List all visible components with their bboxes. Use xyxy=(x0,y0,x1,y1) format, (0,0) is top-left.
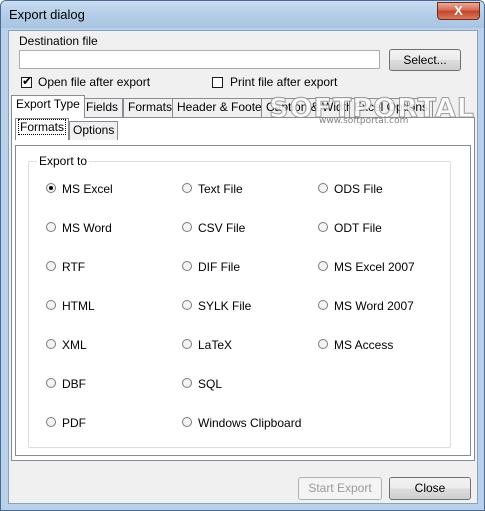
radio-icon xyxy=(182,183,192,193)
radio-icon xyxy=(182,417,192,427)
subtab-formats[interactable]: Formats xyxy=(15,118,70,140)
close-icon: X xyxy=(454,3,463,18)
export-type-panel: Formats Options Export to MS Excel MS Wo… xyxy=(11,117,475,461)
window-close-button[interactable]: X xyxy=(437,2,480,20)
subtab-options-label: Options xyxy=(73,123,115,137)
checkmark-icon: ✔ xyxy=(22,74,33,88)
radio-icon xyxy=(182,339,192,349)
radio-icon xyxy=(182,222,192,232)
radio-sylk-file-label: SYLK File xyxy=(198,299,252,313)
radio-icon xyxy=(318,339,328,349)
radio-pdf-label: PDF xyxy=(62,416,86,430)
tab-fields[interactable]: Fields xyxy=(81,98,124,117)
radio-ms-access-label: MS Access xyxy=(334,338,394,352)
radio-selected-icon xyxy=(46,183,56,193)
start-export-button[interactable]: Start Export xyxy=(298,477,382,500)
open-after-export-checkbox[interactable]: ✔ xyxy=(21,74,33,88)
select-file-button[interactable]: Select... xyxy=(389,49,461,71)
close-button[interactable]: Close xyxy=(389,477,471,500)
radio-dbf-label: DBF xyxy=(62,377,86,391)
tab-export-type-label: Export Type xyxy=(16,97,80,111)
radio-ods-file-label: ODS File xyxy=(334,182,383,196)
print-after-export-checkbox[interactable] xyxy=(212,77,223,88)
subtab-formats-label: Formats xyxy=(17,119,67,135)
radio-icon xyxy=(182,300,192,310)
tab-header-footer-label: Header & Footer xyxy=(177,100,266,114)
destination-file-label: Destination file xyxy=(19,34,98,48)
radio-icon xyxy=(46,378,56,388)
title-bar[interactable]: Export dialog X xyxy=(1,1,484,28)
radio-icon xyxy=(182,378,192,388)
radio-sql-label: SQL xyxy=(198,377,223,391)
export-dialog-window: Export dialog X Destination file Select.… xyxy=(0,0,485,511)
radio-icon xyxy=(182,261,192,271)
radio-ms-excel-label: MS Excel xyxy=(62,182,113,196)
radio-latex-label: LaTeX xyxy=(198,338,233,352)
tab-header-footer[interactable]: Header & Footer xyxy=(172,98,271,117)
tab-formats-label: Formats xyxy=(128,100,173,114)
radio-icon xyxy=(46,339,56,349)
export-to-group: Export to MS Excel MS Word RTF HTML XML … xyxy=(28,154,451,448)
softportal-watermark-url: www.softportal.com xyxy=(319,116,409,126)
radio-odt-file-label: ODT File xyxy=(334,221,382,235)
radio-icon xyxy=(46,261,56,271)
radio-ms-word-label: MS Word xyxy=(62,221,112,235)
radio-text-file-label: Text File xyxy=(198,182,243,196)
radio-windows-clipboard-label: Windows Clipboard xyxy=(198,416,302,430)
radio-icon xyxy=(46,417,56,427)
radio-icon xyxy=(46,222,56,232)
tab-export-type[interactable]: Export Type xyxy=(11,95,85,118)
radio-icon xyxy=(46,300,56,310)
export-to-title: Export to xyxy=(37,154,90,168)
destination-file-input[interactable] xyxy=(19,50,380,69)
tab-fields-label: Fields xyxy=(86,100,119,114)
radio-dif-file-label: DIF File xyxy=(198,260,240,274)
radio-csv-file-label: CSV File xyxy=(198,221,246,235)
formats-panel: Export to MS Excel MS Word RTF HTML XML … xyxy=(15,145,471,456)
window-title: Export dialog xyxy=(9,7,85,22)
tab-formats[interactable]: Formats xyxy=(123,98,178,117)
radio-ms-word-2007-label: MS Word 2007 xyxy=(334,299,414,313)
radio-xml-label: XML xyxy=(62,338,87,352)
radio-ms-excel-2007-label: MS Excel 2007 xyxy=(334,260,415,274)
radio-icon xyxy=(318,183,328,193)
radio-icon xyxy=(318,222,328,232)
subtab-options[interactable]: Options xyxy=(69,121,119,140)
radio-html-label: HTML xyxy=(62,299,95,313)
radio-icon xyxy=(318,300,328,310)
radio-icon xyxy=(318,261,328,271)
open-after-export-label: Open file after export xyxy=(38,75,151,89)
radio-rtf-label: RTF xyxy=(62,260,86,274)
print-after-export-label: Print file after export xyxy=(230,75,338,89)
